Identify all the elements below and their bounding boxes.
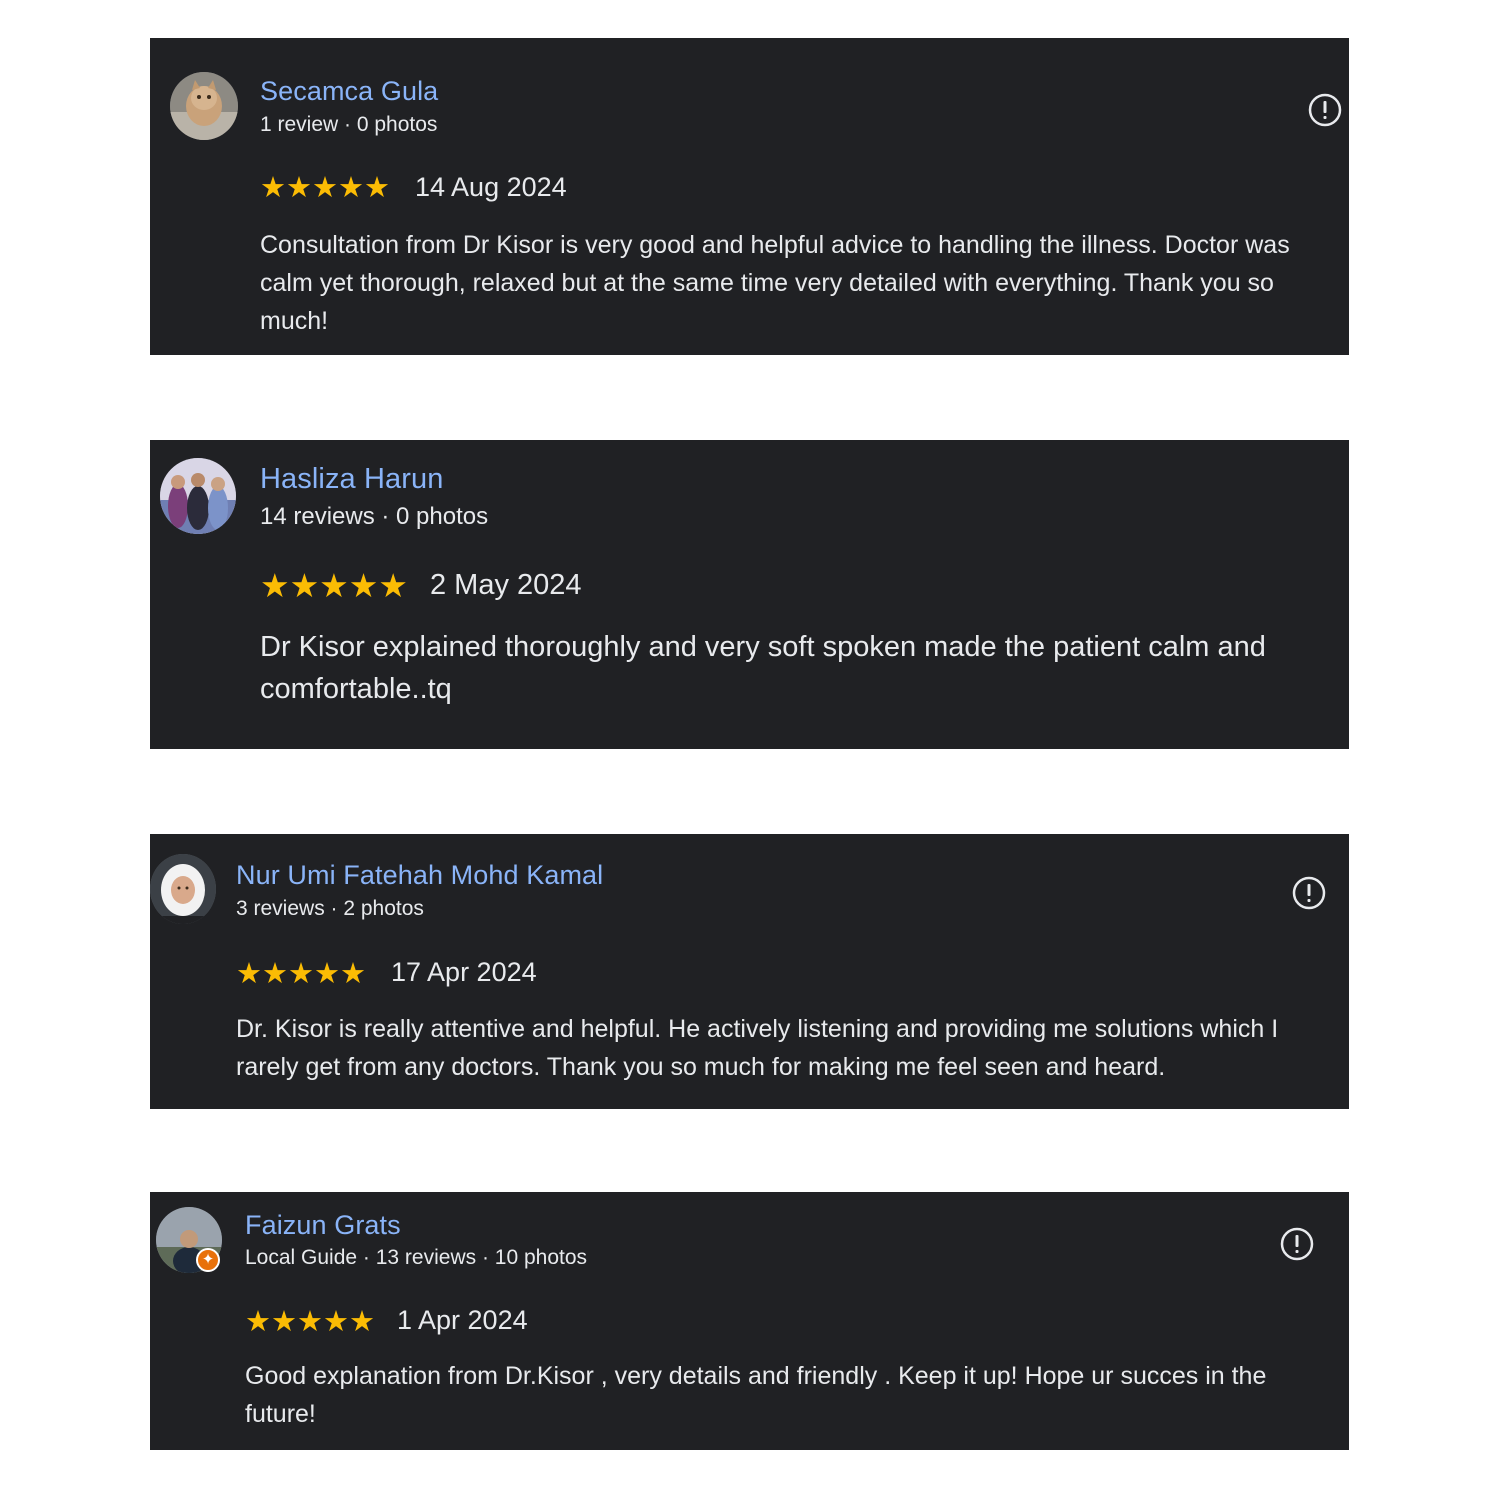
reviewer-avatar[interactable] <box>160 458 236 534</box>
reviewer-avatar[interactable] <box>150 854 216 924</box>
reviewer-stats: Local Guide · 13 reviews · 10 photos <box>245 1246 588 1269</box>
reviewer-name[interactable]: Nur Umi Fatehah Mohd Kamal <box>236 860 603 891</box>
review-card: ✦ Faizun Grats Local Guide · 13 reviews … <box>150 1192 1349 1450</box>
reviewer-name[interactable]: Hasliza Harun <box>260 463 443 496</box>
reviewer-stats: 14 reviews · 0 photos <box>260 503 489 530</box>
reviewer-stats: 1 review · 0 photos <box>260 113 438 136</box>
star-rating: ★★★★★ <box>245 1306 375 1338</box>
review-text: Dr Kisor explained thoroughly and very s… <box>260 631 1266 705</box>
review-date: 1 Apr 2024 <box>397 1305 528 1335</box>
review-text: Dr. Kisor is really attentive and helpfu… <box>236 1015 1279 1081</box>
reviewer-name[interactable]: Faizun Grats <box>245 1210 401 1241</box>
person-photo-avatar-icon <box>150 854 216 924</box>
review-text: Good explanation from Dr.Kisor , very de… <box>245 1362 1267 1428</box>
report-flag-icon[interactable] <box>1291 875 1327 911</box>
star-rating: ★★★★★ <box>260 172 390 204</box>
cat-photo-avatar-icon <box>170 72 238 140</box>
reviewer-stats: 3 reviews · 2 photos <box>236 897 424 920</box>
review-card: Secamca Gula 1 review · 0 photos ★★★★★ 1… <box>150 38 1349 355</box>
star-rating: ★★★★★ <box>236 958 366 990</box>
review-date: 14 Aug 2024 <box>415 172 567 202</box>
review-text: Consultation from Dr Kisor is very good … <box>260 231 1290 335</box>
review-date: 2 May 2024 <box>430 569 582 601</box>
report-flag-icon[interactable] <box>1307 92 1343 128</box>
review-card: Hasliza Harun 14 reviews · 0 photos ★★★★… <box>150 440 1349 749</box>
local-guide-badge-icon: ✦ <box>196 1248 220 1272</box>
star-rating: ★★★★★ <box>260 567 408 604</box>
review-date: 17 Apr 2024 <box>391 957 537 987</box>
reviewer-avatar[interactable] <box>170 72 238 140</box>
report-flag-icon[interactable] <box>1279 1226 1315 1262</box>
review-card: Nur Umi Fatehah Mohd Kamal 3 reviews · 2… <box>150 834 1349 1109</box>
reviewer-name[interactable]: Secamca Gula <box>260 76 438 107</box>
group-photo-avatar-icon <box>160 458 236 534</box>
